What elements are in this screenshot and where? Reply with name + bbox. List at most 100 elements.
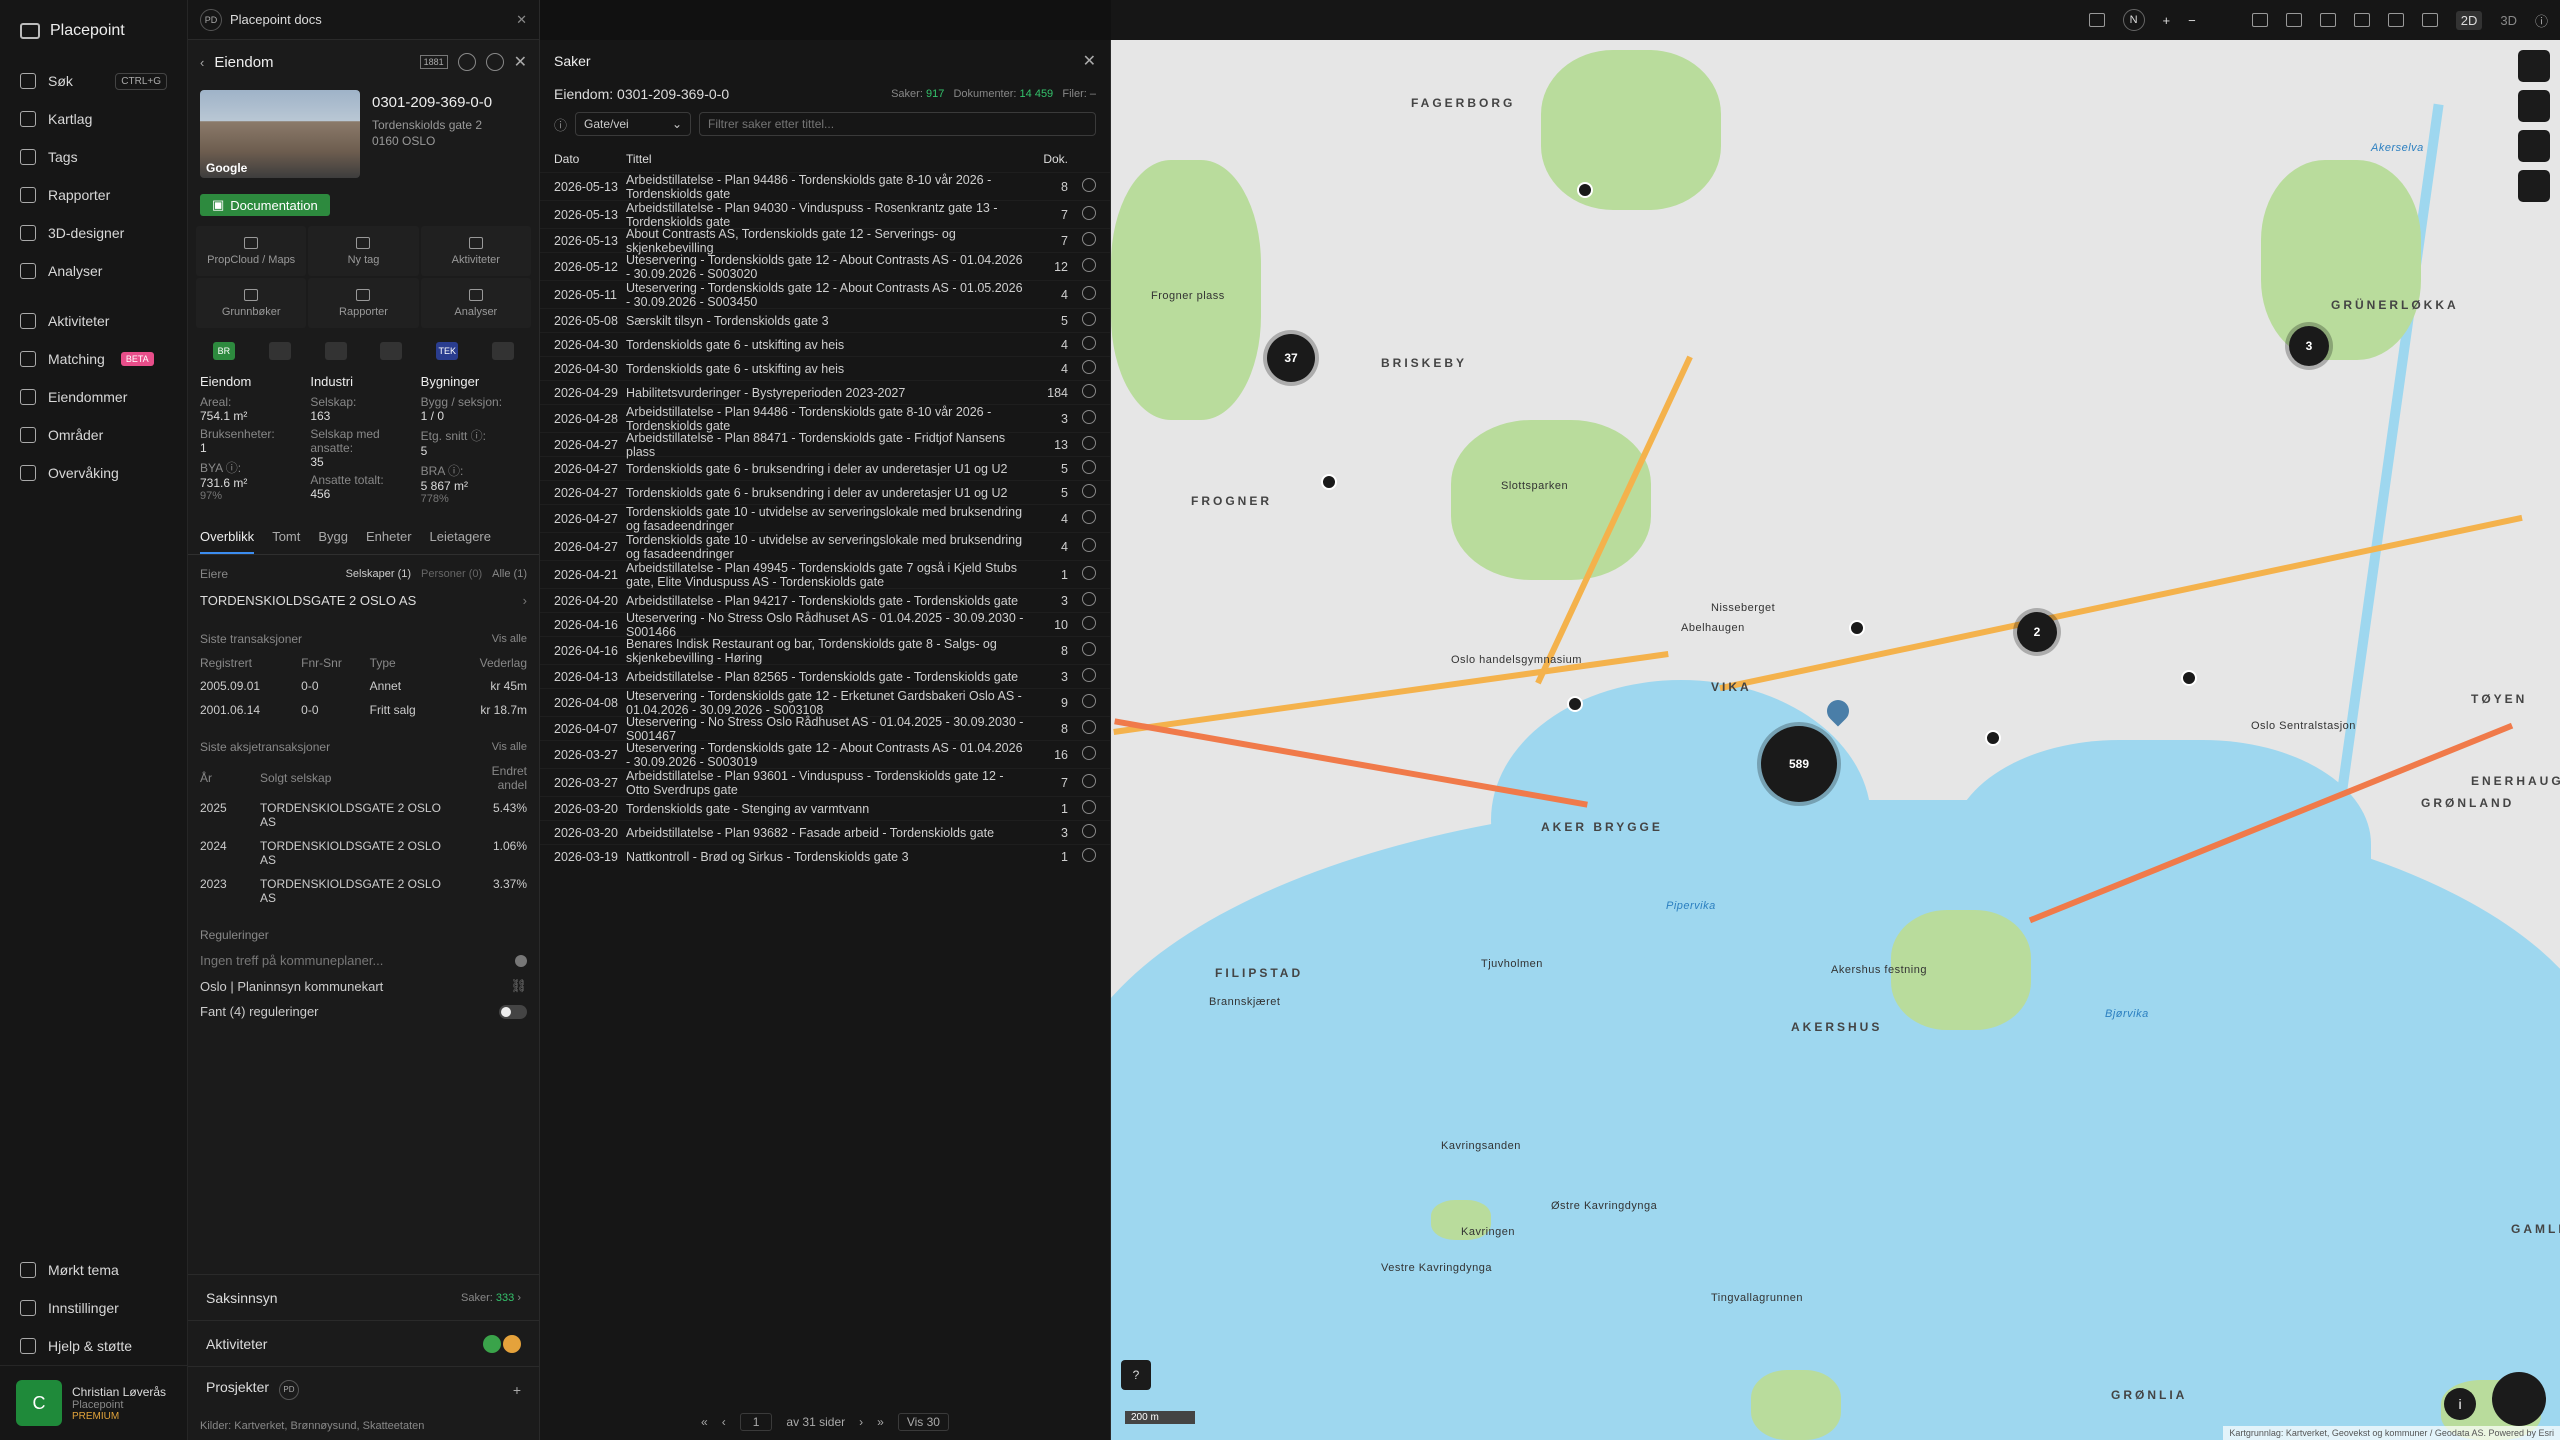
case-open-icon[interactable] [1068, 694, 1096, 711]
nav-item-aktiviteter[interactable]: Aktiviteter [0, 302, 187, 340]
close-icon[interactable]: ✕ [1083, 51, 1096, 71]
info-icon[interactable]: ⓘ [2535, 11, 2548, 30]
fullscreen-icon[interactable] [2319, 13, 2336, 27]
case-open-icon[interactable] [1068, 800, 1096, 817]
per-page-select[interactable]: Vis 30 [897, 1413, 949, 1431]
close-icon[interactable]: ✕ [516, 12, 527, 28]
table-row[interactable]: 2023 TORDENSKIOLDSGATE 2 OSLO AS 3.37% [200, 872, 527, 910]
chart-control-icon[interactable] [2518, 130, 2550, 162]
col-date[interactable]: Dato [554, 152, 626, 166]
action-propcloud[interactable]: PropCloud / Maps [196, 226, 307, 276]
chat-bubble-icon[interactable] [2492, 1372, 2546, 1426]
case-open-icon[interactable] [1068, 410, 1096, 427]
nav-item-analyser[interactable]: Analyser [0, 252, 187, 290]
map-canvas[interactable]: FAGERBORG BRISKEBY FROGNER GRÜNERLØKKA A… [1111, 40, 2560, 1440]
nav-item-rapporter[interactable]: Rapporter [0, 176, 187, 214]
case-open-icon[interactable] [1068, 592, 1096, 609]
case-open-icon[interactable] [1068, 258, 1096, 275]
close-panel-icon[interactable]: ✕ [514, 52, 527, 72]
case-open-icon[interactable] [1068, 312, 1096, 329]
compass-button[interactable]: N [2122, 9, 2145, 31]
case-open-icon[interactable] [1068, 360, 1096, 377]
case-row[interactable]: 2026-04-30 Tordenskiolds gate 6 - utskift… [540, 356, 1110, 380]
shield-chip-icon[interactable] [492, 342, 515, 360]
back-icon[interactable]: ‹ [200, 55, 204, 70]
reg-toggle[interactable] [499, 1004, 527, 1019]
map-info-button[interactable]: i [2444, 1388, 2476, 1420]
filter-all[interactable]: Alle (1) [492, 568, 527, 580]
map-cluster-marker[interactable]: 2 [2017, 612, 2057, 652]
case-row[interactable]: 2026-05-11 Uteservering - Tordenskiolds g… [540, 280, 1110, 309]
map-point-marker[interactable] [1321, 474, 1337, 490]
property-card[interactable]: Google 0301-209-369-0-0 Tordenskiolds ga… [188, 84, 539, 184]
case-open-icon[interactable] [1068, 746, 1096, 763]
action-reports[interactable]: Rapporter [308, 278, 419, 328]
pie-chip-icon[interactable] [268, 342, 291, 360]
case-row[interactable]: 2026-03-19 Nattkontroll - Brød og Sirkus … [540, 844, 1110, 868]
registry-badge[interactable]: 1881 [419, 55, 448, 69]
map-cluster-marker[interactable]: 589 [1761, 726, 1837, 802]
nav-item-dark-theme[interactable]: Mørkt tema [0, 1251, 187, 1289]
grid-icon[interactable] [2387, 13, 2404, 27]
case-open-icon[interactable] [1068, 566, 1096, 583]
user-card[interactable]: C Christian Løverås Placepoint PREMIUM [0, 1365, 187, 1440]
action-grunnboker[interactable]: Grunnbøker [196, 278, 307, 328]
case-row[interactable]: 2026-04-27 Tordenskiolds gate 10 - utvide… [540, 504, 1110, 533]
nav-item-tags[interactable]: Tags [0, 138, 187, 176]
case-open-icon[interactable] [1068, 460, 1096, 477]
map-help-button[interactable]: ? [1121, 1360, 1151, 1390]
tab-leietagere[interactable]: Leietagere [430, 521, 491, 554]
case-row[interactable]: 2026-05-13 About Contrasts AS, Tordenskio… [540, 227, 1110, 255]
nav-item-eiendommer[interactable]: Eiendommer [0, 378, 187, 416]
doc-tab-title[interactable]: Placepoint docs [230, 12, 508, 27]
nav-item-help[interactable]: Hjelp & støtte [0, 1327, 187, 1365]
map-point-marker[interactable] [1567, 696, 1583, 712]
mode-2d-button[interactable]: 2D [2455, 10, 2483, 30]
layers-control-icon[interactable] [2518, 50, 2550, 82]
case-row[interactable]: 2026-03-27 Arbeidstillatelse - Plan 93601… [540, 768, 1110, 797]
case-row[interactable]: 2026-04-16 Uteservering - No Stress Oslo … [540, 611, 1110, 639]
case-row[interactable]: 2026-04-29 Habilitetsvurderinger - Bystyr… [540, 380, 1110, 404]
location-pin-icon[interactable] [1822, 695, 1854, 727]
case-row[interactable]: 2026-05-08 Særskilt tilsyn - Tordenskiold… [540, 308, 1110, 332]
nav-item-3d-designer[interactable]: 3D-designer [0, 214, 187, 252]
saksinnsyn-row[interactable]: Saksinnsyn Saker: 333 › [188, 1274, 539, 1320]
case-open-icon[interactable] [1068, 538, 1096, 555]
camera-icon[interactable] [2353, 13, 2370, 27]
brand[interactable]: Placepoint [0, 0, 187, 62]
action-new-tag[interactable]: Ny tag [308, 226, 419, 276]
case-row[interactable]: 2026-04-16 Benares Indisk Restaurant og b… [540, 636, 1110, 665]
measure-control-icon[interactable] [2518, 90, 2550, 122]
map-point-marker[interactable] [1577, 182, 1593, 198]
tab-overblikk[interactable]: Overblikk [200, 521, 255, 554]
last-page-icon[interactable]: » [877, 1415, 884, 1429]
case-open-icon[interactable] [1068, 642, 1096, 659]
case-row[interactable]: 2026-04-13 Arbeidstillatelse - Plan 82565… [540, 664, 1110, 688]
bookmark-icon[interactable] [2421, 13, 2438, 27]
tab-bygg[interactable]: Bygg [318, 521, 348, 554]
action-activities[interactable]: Aktiviteter [420, 226, 531, 276]
case-row[interactable]: 2026-03-20 Arbeidstillatelse - Plan 93682… [540, 820, 1110, 844]
nav-item-overvaking[interactable]: Overvåking [0, 454, 187, 492]
case-row[interactable]: 2026-05-13 Arbeidstillatelse - Plan 94030… [540, 200, 1110, 229]
filter-companies[interactable]: Selskaper (1) [346, 568, 411, 580]
nav-item-settings[interactable]: Innstillinger [0, 1289, 187, 1327]
col-dok[interactable]: Dok. [1034, 152, 1068, 166]
case-row[interactable]: 2026-04-27 Arbeidstillatelse - Plan 88471… [540, 431, 1110, 459]
case-open-icon[interactable] [1068, 824, 1096, 841]
case-open-icon[interactable] [1068, 668, 1096, 685]
map-point-marker[interactable] [2181, 670, 2197, 686]
table-row[interactable]: 2005.09.01 0-0 Annet kr 45m [200, 674, 527, 698]
zoom-in-button[interactable]: + [2163, 13, 2171, 28]
case-open-icon[interactable] [1068, 384, 1096, 401]
industry-chip-icon[interactable] [324, 342, 347, 360]
reg-row[interactable]: Oslo | Planinnsyn kommunekart ⛓ [200, 973, 527, 999]
case-open-icon[interactable] [1068, 336, 1096, 353]
eye-icon[interactable] [2285, 13, 2302, 27]
bars-chip-icon[interactable] [380, 342, 403, 360]
table-row[interactable]: 2024 TORDENSKIOLDSGATE 2 OSLO AS 1.06% [200, 834, 527, 872]
case-open-icon[interactable] [1068, 178, 1096, 195]
case-row[interactable]: 2026-05-12 Uteservering - Tordenskiolds g… [540, 252, 1110, 281]
aktiviteter-row[interactable]: Aktiviteter [188, 1320, 539, 1366]
case-open-icon[interactable] [1068, 286, 1096, 303]
